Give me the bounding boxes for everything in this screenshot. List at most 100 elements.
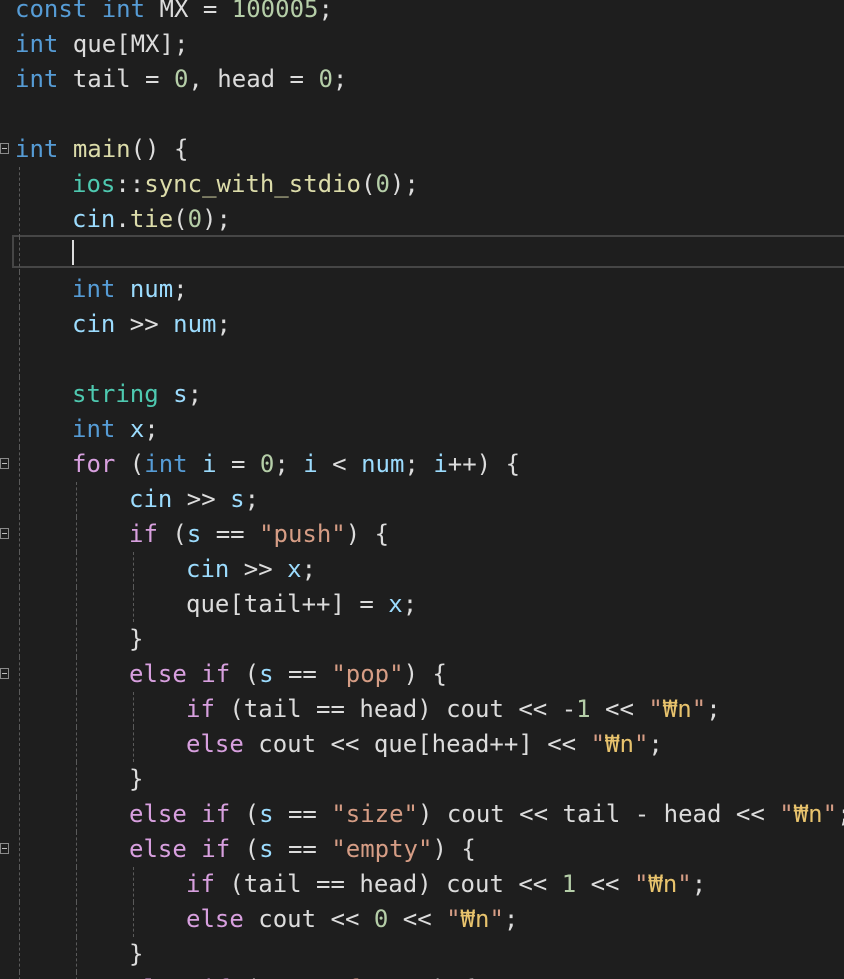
code-text: cin.tie(0); <box>72 202 231 237</box>
code-line[interactable]: string s; <box>0 377 844 412</box>
code-token: << <box>590 695 649 723</box>
code-line[interactable]: if (tail == head) cout << -1 << "₩n"; <box>0 692 844 727</box>
code-token: ) { <box>403 660 447 688</box>
code-token: ; <box>216 310 231 338</box>
code-token: "size" <box>331 800 419 828</box>
code-token: ; <box>144 415 159 443</box>
code-line[interactable]: } <box>0 762 844 797</box>
code-token: ( <box>157 520 187 548</box>
code-token: "push" <box>259 520 346 548</box>
code-token: i <box>303 450 318 478</box>
indent-guide <box>19 902 20 937</box>
code-line[interactable]: cin.tie(0); <box>0 202 844 237</box>
code-token: int <box>72 275 116 303</box>
code-line[interactable]: } <box>0 937 844 972</box>
code-line[interactable]: cin >> x; <box>0 552 844 587</box>
code-line[interactable]: const int MX = 100005; <box>0 0 844 27</box>
code-token: s <box>230 485 245 513</box>
code-line[interactable]: if (s == "push") { <box>0 517 844 552</box>
code-token: } <box>129 625 144 653</box>
code-text: int num; <box>72 272 188 307</box>
code-token: cin <box>129 485 173 513</box>
code-token: " <box>677 870 692 898</box>
code-token: " <box>590 730 606 758</box>
collapse-icon[interactable] <box>0 668 9 679</box>
indent-guide <box>133 692 134 727</box>
code-token: >> <box>229 555 288 583</box>
code-line[interactable]: else cout << 0 << "₩n"; <box>0 902 844 937</box>
code-token: 0 <box>373 905 389 933</box>
code-line[interactable]: else cout << que[head++] << "₩n"; <box>0 727 844 762</box>
indent-guide <box>19 657 20 692</box>
collapse-icon[interactable] <box>0 458 9 469</box>
code-token: s <box>259 835 274 863</box>
code-line[interactable]: int main() { <box>0 132 844 167</box>
indent-guide <box>19 587 20 622</box>
code-line[interactable]: else if (s == "size") cout << tail - hea… <box>0 797 844 832</box>
code-token: cin <box>186 555 230 583</box>
code-line[interactable]: else if (s == "empty") { <box>0 832 844 867</box>
code-token: (tail == head) cout << - <box>214 695 577 723</box>
code-token: ; <box>837 800 844 828</box>
code-line[interactable]: for (int i = 0; i < num; i++) { <box>0 447 844 482</box>
code-token: ; <box>301 555 317 583</box>
indent-guide <box>19 202 20 237</box>
code-token: "pop" <box>331 660 404 688</box>
code-token: else <box>186 905 244 933</box>
code-token: ; <box>244 485 260 513</box>
code-line[interactable]: if (tail == head) cout << 1 << "₩n"; <box>0 867 844 902</box>
code-token: num <box>361 450 405 478</box>
indent-guide <box>76 797 77 832</box>
code-token: i <box>433 450 448 478</box>
code-token: que[tail++] = <box>186 590 389 618</box>
code-token: < <box>317 450 362 478</box>
code-token: "empty" <box>331 835 433 863</box>
code-token: << <box>576 870 634 898</box>
code-token: i <box>202 450 217 478</box>
code-line[interactable]: cin >> num; <box>0 307 844 342</box>
code-editor[interactable]: const int MX = 100005; int que[MX]; int ta… <box>0 0 844 979</box>
indent-guide <box>76 552 77 587</box>
code-token: ( <box>230 800 260 828</box>
indent-guide <box>133 552 134 587</box>
code-token: ₩n <box>793 800 823 828</box>
code-token: ( <box>361 170 376 198</box>
indent-guide <box>19 447 20 482</box>
code-line[interactable]: int x; <box>0 412 844 447</box>
code-token: 0 <box>187 205 203 233</box>
code-token: ( <box>173 205 188 233</box>
code-line[interactable] <box>0 97 844 132</box>
code-text: else if (s == "pop") { <box>129 657 447 692</box>
indent-guide <box>19 622 20 657</box>
code-text: } <box>129 622 143 657</box>
code-line[interactable]: que[tail++] = x; <box>0 587 844 622</box>
code-line[interactable]: ios::sync_with_stdio(0); <box>0 167 844 202</box>
code-line[interactable]: int num; <box>0 272 844 307</box>
code-token: num <box>173 310 217 338</box>
code-token: 0 <box>173 65 189 93</box>
code-line[interactable] <box>0 237 844 272</box>
code-token: ₩n <box>460 905 490 933</box>
code-token: if <box>201 975 230 979</box>
collapse-icon[interactable] <box>0 143 9 154</box>
code-line[interactable] <box>0 342 844 377</box>
code-token: ; <box>274 450 304 478</box>
code-line[interactable]: cin >> s; <box>0 482 844 517</box>
code-token: s <box>186 520 202 548</box>
code-line[interactable]: else if (s == "pop") { <box>0 657 844 692</box>
code-line[interactable]: int tail = 0, head = 0; <box>0 62 844 97</box>
indent-guide <box>76 692 77 727</box>
code-token: else <box>129 835 187 863</box>
code-token: ; <box>648 730 663 758</box>
collapse-icon[interactable] <box>0 843 9 854</box>
indent-guide <box>19 937 20 972</box>
code-line[interactable]: } <box>0 622 844 657</box>
code-token: ; <box>318 0 333 23</box>
collapse-icon[interactable] <box>0 528 9 539</box>
code-line[interactable]: int que[MX]; <box>0 27 844 62</box>
code-token: int <box>15 30 59 58</box>
code-line[interactable]: else if (s == "front") { <box>0 972 844 979</box>
code-token: ); <box>202 205 231 233</box>
